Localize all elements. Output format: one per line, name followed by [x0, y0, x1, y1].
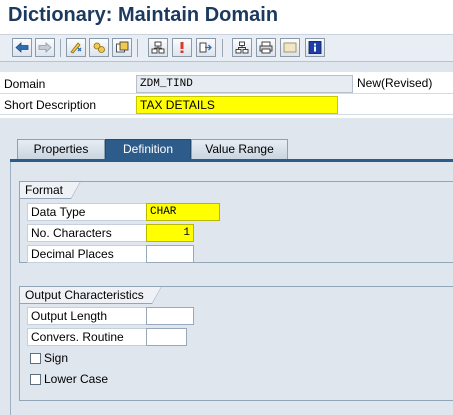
sign-checkbox[interactable]	[30, 353, 41, 364]
output-characteristics-group: Output Characteristics Output Length Con…	[19, 286, 453, 401]
lower-case-label: Lower Case	[44, 372, 109, 386]
check-icon	[93, 42, 105, 53]
data-type-input[interactable]: CHAR	[146, 203, 220, 221]
where-used-button[interactable]	[148, 38, 168, 57]
navigate-button[interactable]	[196, 38, 216, 57]
decimal-places-input[interactable]	[146, 245, 194, 263]
window-title: Dictionary: Maintain Domain	[8, 4, 279, 26]
row-divider	[0, 114, 453, 115]
where-used-icon	[151, 41, 165, 54]
output-length-label: Output Length	[27, 307, 147, 325]
print-button[interactable]	[256, 38, 276, 57]
domain-field: ZDM_TIND	[136, 75, 353, 93]
forward-arrow-icon	[38, 42, 52, 53]
application-toolbar	[0, 35, 453, 62]
back-arrow-icon	[15, 42, 29, 53]
tab-definition[interactable]: Definition	[105, 139, 191, 159]
toolbar-separator	[222, 39, 223, 57]
lower-case-checkbox[interactable]	[30, 374, 41, 385]
hierarchy-button[interactable]	[232, 38, 252, 57]
short-description-input[interactable]: TAX DETAILS	[136, 96, 338, 114]
check-button[interactable]	[89, 38, 109, 57]
back-button[interactable]	[12, 38, 32, 57]
print-icon	[259, 41, 273, 54]
tab-properties[interactable]: Properties	[17, 139, 105, 159]
title-bar: Dictionary: Maintain Domain	[0, 0, 453, 35]
status-text: New(Revised)	[357, 76, 433, 90]
navigate-icon	[199, 42, 212, 53]
format-group-title: Format	[19, 181, 82, 199]
convers-routine-label: Convers. Routine	[27, 328, 147, 346]
display-change-button[interactable]	[66, 38, 86, 57]
info-button[interactable]	[305, 38, 325, 57]
sign-label: Sign	[44, 351, 69, 365]
info-marker-icon	[180, 42, 184, 53]
display-change-icon	[70, 42, 82, 54]
no-characters-label: No. Characters	[27, 224, 147, 242]
hierarchy-icon	[235, 41, 249, 54]
toolbar-separator	[60, 39, 61, 57]
decimal-places-label: Decimal Places	[27, 245, 147, 263]
toolbar-separator	[137, 39, 138, 57]
frame-icon	[283, 42, 297, 53]
output-group-title: Output Characteristics	[19, 286, 162, 304]
info-icon	[308, 41, 322, 54]
row-divider	[0, 93, 453, 94]
data-type-label: Data Type	[27, 203, 147, 221]
forward-button[interactable]	[35, 38, 55, 57]
info-marker-button[interactable]	[172, 38, 192, 57]
short-description-label: Short Description	[4, 98, 97, 112]
activate-button[interactable]	[112, 38, 132, 57]
domain-label: Domain	[4, 77, 46, 91]
frame-button[interactable]	[280, 38, 300, 57]
format-group: Format Data Type CHAR No. Characters 1 D…	[19, 181, 453, 263]
output-length-input[interactable]	[146, 307, 194, 325]
definition-panel: Format Data Type CHAR No. Characters 1 D…	[10, 162, 453, 415]
no-characters-input[interactable]: 1	[146, 224, 194, 242]
tab-value-range[interactable]: Value Range	[191, 139, 288, 159]
activate-icon	[116, 41, 129, 53]
convers-routine-input[interactable]	[146, 328, 187, 346]
